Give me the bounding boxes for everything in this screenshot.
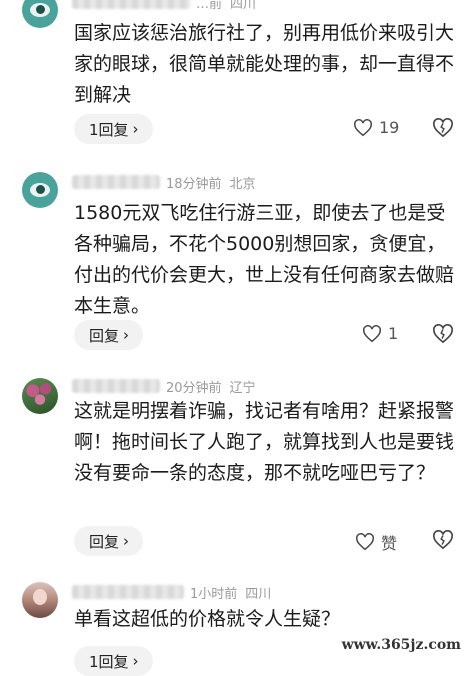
comment-location: 北京 — [229, 176, 256, 192]
chevron-right-icon: › — [132, 652, 139, 670]
comment-meta: 1小时前 四川 — [72, 582, 279, 602]
comment-text: 单看这超低的价格就令人生疑？ — [74, 608, 341, 630]
comment-time: 1小时前 — [190, 586, 238, 602]
reply-button[interactable]: 1回复 › — [74, 646, 153, 676]
username-blurred[interactable] — [72, 585, 184, 599]
comment-item: 18分钟前 北京 1580元双飞吃住行游三亚，即使去了也是受各种骗局，不花个50… — [0, 160, 471, 360]
comment-item: …前 四川 国家应该惩治旅行社了，别再用低价来吸引大家的眼球，很简单就能处理的事… — [0, 0, 471, 150]
reply-label: 1回复 — [89, 652, 129, 671]
comment-location: 辽宁 — [229, 380, 256, 396]
comment-time: 18分钟前 — [166, 176, 222, 192]
chevron-right-icon: › — [123, 532, 130, 550]
dislike-button[interactable] — [432, 324, 454, 348]
user-avatar[interactable] — [22, 0, 58, 28]
like-label: 赞 — [381, 534, 398, 553]
reply-button[interactable]: 1回复 › — [74, 114, 153, 144]
broken-heart-icon — [433, 530, 453, 550]
chevron-right-icon: › — [132, 120, 139, 138]
reply-label: 1回复 — [89, 120, 129, 139]
chevron-right-icon: › — [123, 326, 130, 344]
reply-label: 回复 — [89, 326, 120, 345]
like-button[interactable]: 赞 — [355, 530, 397, 554]
comment-text: 国家应该惩治旅行社了，别再用低价来吸引大家的眼球，很简单就能处理的事，却一直得不… — [74, 22, 455, 106]
comment-item: 20分钟前 辽宁 这就是明摆着诈骗，找记者有啥用？赶紧报警啊！拖时间长了人跑了，… — [0, 368, 471, 568]
comment-time: …前 — [196, 0, 223, 12]
broken-heart-icon — [433, 118, 453, 138]
reply-label: 回复 — [89, 532, 120, 551]
broken-heart-icon — [433, 324, 453, 344]
dislike-button[interactable] — [432, 530, 454, 554]
username-blurred[interactable] — [72, 379, 160, 393]
comment-meta: 20分钟前 辽宁 — [72, 376, 264, 396]
like-count: 19 — [379, 118, 400, 137]
comment-text: 1580元双飞吃住行游三亚，即使去了也是受各种骗局，不花个5000别想回家，贪便… — [74, 202, 455, 317]
like-count: 1 — [388, 324, 399, 343]
comment-time: 20分钟前 — [166, 380, 222, 396]
heart-icon — [363, 324, 381, 342]
comment-meta: 18分钟前 北京 — [72, 172, 264, 192]
dislike-button[interactable] — [432, 118, 454, 142]
like-button[interactable]: 1 — [362, 324, 398, 343]
comment-meta: …前 四川 — [72, 0, 264, 12]
username-blurred[interactable] — [72, 175, 160, 189]
comment-text: 这就是明摆着诈骗，找记者有啥用？赶紧报警啊！拖时间长了人跑了，就算找到人也是要钱… — [74, 400, 455, 484]
comment-location: 四川 — [230, 0, 257, 12]
like-button[interactable]: 19 — [353, 118, 399, 137]
heart-icon — [354, 118, 372, 136]
comment-location: 四川 — [245, 586, 272, 602]
username-blurred[interactable] — [72, 0, 190, 9]
heart-icon — [356, 533, 374, 551]
site-watermark: www.365jz.com — [337, 636, 465, 654]
reply-button[interactable]: 回复 › — [74, 320, 144, 350]
user-avatar[interactable] — [22, 172, 58, 208]
reply-button[interactable]: 回复 › — [74, 526, 144, 556]
user-avatar[interactable] — [22, 582, 58, 618]
user-avatar[interactable] — [22, 378, 58, 414]
